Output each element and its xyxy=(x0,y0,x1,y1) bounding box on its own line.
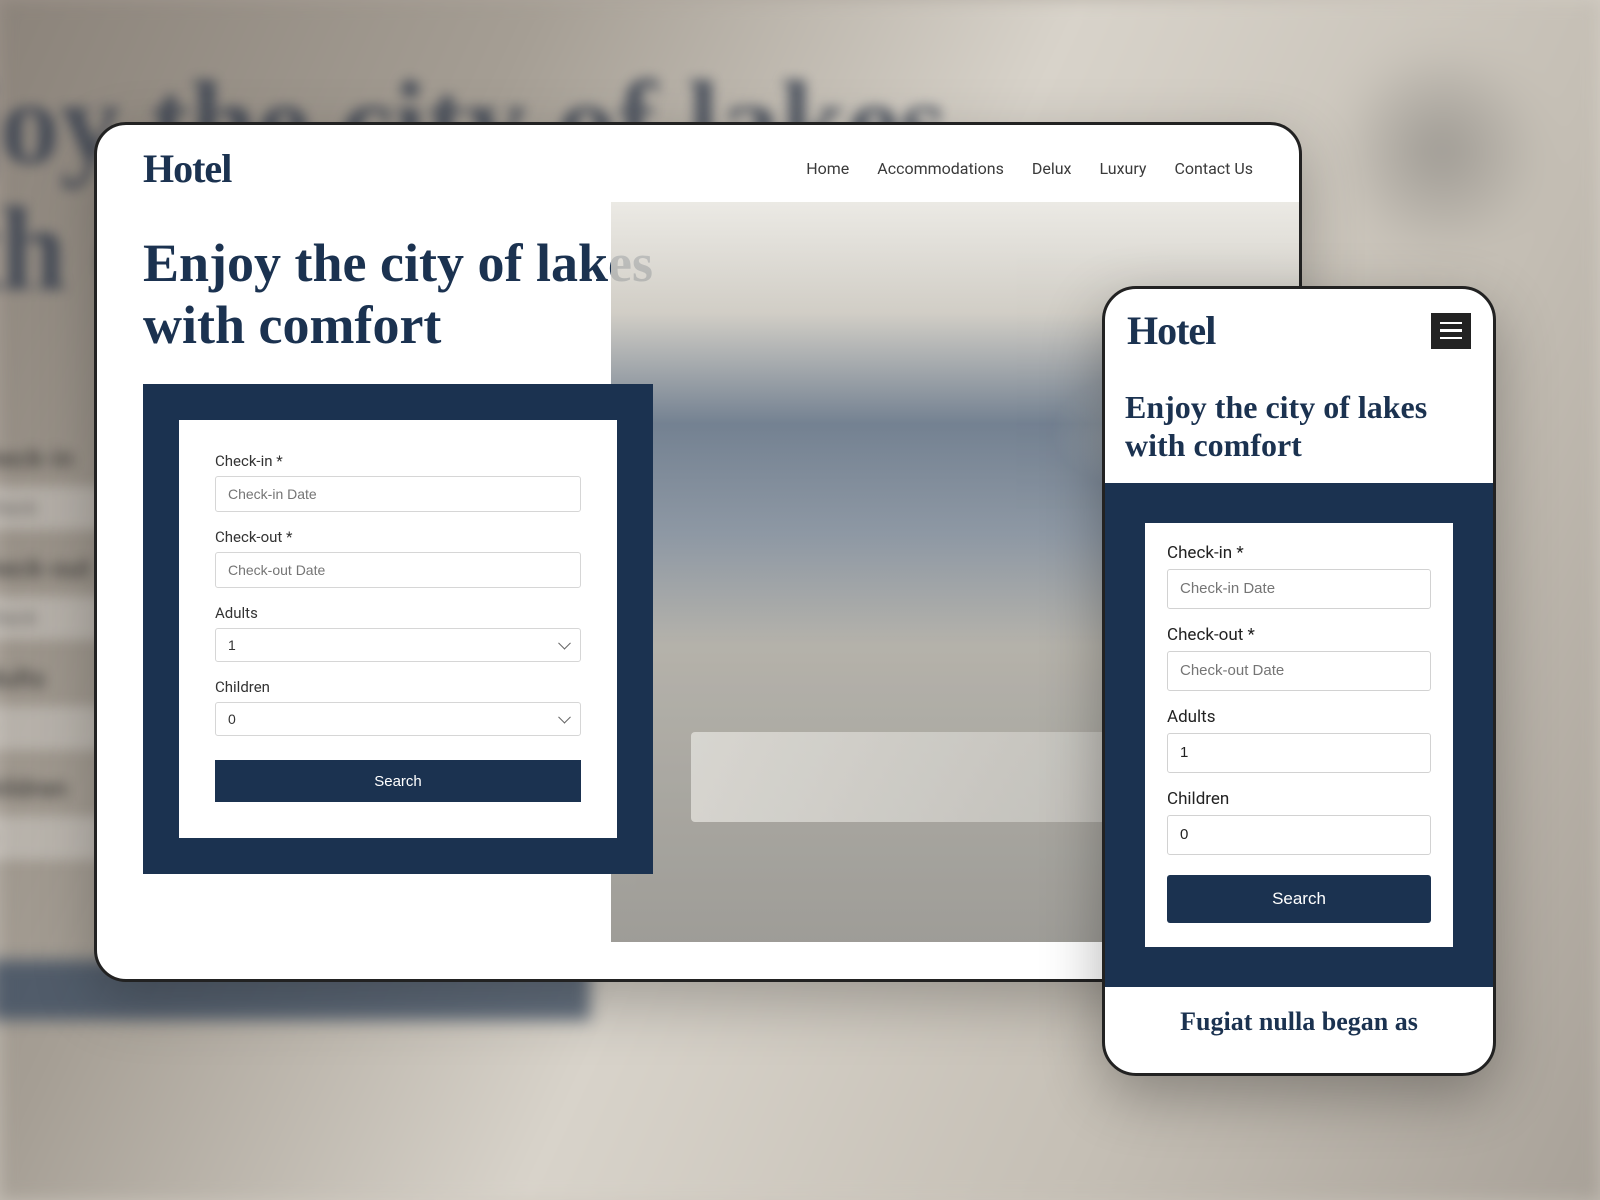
nav-home[interactable]: Home xyxy=(806,159,849,178)
mobile-checkin-input[interactable] xyxy=(1167,569,1431,609)
checkin-input[interactable] xyxy=(215,476,581,512)
mobile-search-button[interactable]: Search xyxy=(1167,875,1431,923)
mobile-header: Hotel xyxy=(1105,289,1493,364)
mobile-footer-heading: Fugiat nulla began as xyxy=(1105,987,1493,1037)
brand-logo[interactable]: Hotel xyxy=(143,145,231,192)
search-card: Check-in * Check-out * Adults Children xyxy=(179,420,617,838)
mobile-adults-input[interactable] xyxy=(1167,733,1431,773)
nav-luxury[interactable]: Luxury xyxy=(1099,159,1146,178)
mobile-search-card: Check-in * Check-out * Adults Children S… xyxy=(1145,523,1453,947)
search-button[interactable]: Search xyxy=(215,760,581,802)
mobile-checkout-label: Check-out * xyxy=(1167,625,1431,645)
checkin-label: Check-in * xyxy=(215,452,581,470)
primary-nav: Home Accommodations Delux Luxury Contact… xyxy=(806,159,1253,178)
checkout-label: Check-out * xyxy=(215,528,581,546)
mobile-hero-title: Enjoy the city of lakes with comfort xyxy=(1105,364,1493,483)
adults-label: Adults xyxy=(215,604,581,622)
mobile-checkout-input[interactable] xyxy=(1167,651,1431,691)
desktop-header: Hotel Home Accommodations Delux Luxury C… xyxy=(97,125,1299,202)
nav-contact[interactable]: Contact Us xyxy=(1174,159,1253,178)
search-card-frame: Check-in * Check-out * Adults Children xyxy=(143,384,653,874)
mobile-children-input[interactable] xyxy=(1167,815,1431,855)
children-select[interactable] xyxy=(215,702,581,736)
nav-delux[interactable]: Delux xyxy=(1032,159,1072,178)
hamburger-menu-icon[interactable] xyxy=(1431,313,1471,349)
mobile-children-label: Children xyxy=(1167,789,1431,809)
mobile-adults-label: Adults xyxy=(1167,707,1431,727)
mobile-device-frame: Hotel Enjoy the city of lakes with comfo… xyxy=(1102,286,1496,1076)
adults-select[interactable] xyxy=(215,628,581,662)
nav-accommodations[interactable]: Accommodations xyxy=(877,159,1004,178)
checkout-input[interactable] xyxy=(215,552,581,588)
mobile-search-frame: Check-in * Check-out * Adults Children S… xyxy=(1105,483,1493,987)
mobile-checkin-label: Check-in * xyxy=(1167,543,1431,563)
children-label: Children xyxy=(215,678,581,696)
mobile-brand-logo[interactable]: Hotel xyxy=(1127,307,1215,354)
